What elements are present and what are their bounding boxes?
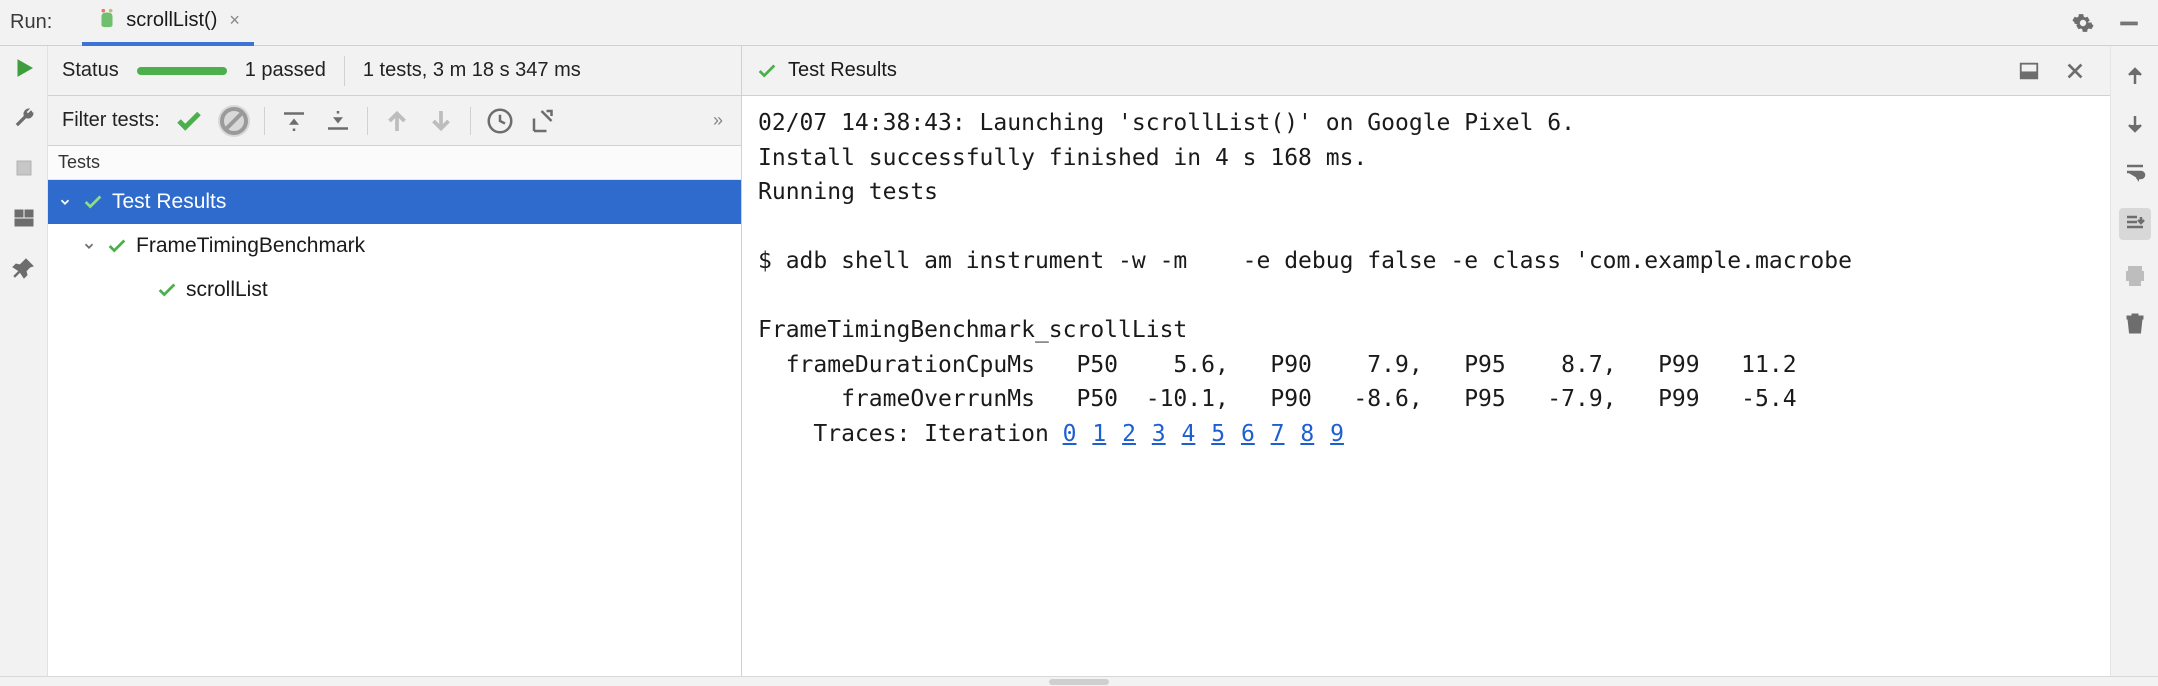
trace-link[interactable]: 3 (1152, 421, 1166, 447)
output-header: Test Results (742, 46, 2110, 96)
trace-link[interactable]: 6 (1241, 421, 1255, 447)
trace-link[interactable]: 2 (1122, 421, 1136, 447)
tree-root-label: Test Results (112, 190, 226, 214)
layout-icon[interactable] (12, 206, 36, 230)
trace-link[interactable]: 9 (1330, 421, 1344, 447)
console-output[interactable]: 02/07 14:38:43: Launching 'scrollList()'… (742, 96, 2110, 676)
check-icon (156, 279, 178, 301)
tests-column-header: Tests (48, 146, 741, 180)
status-label: Status (62, 59, 119, 82)
trace-link[interactable]: 1 (1092, 421, 1106, 447)
trace-link[interactable]: 5 (1211, 421, 1225, 447)
main-area: Status 1 passed 1 tests, 3 m 18 s 347 ms… (0, 46, 2158, 676)
trash-icon[interactable] (2123, 312, 2147, 336)
status-summary: 1 tests, 3 m 18 s 347 ms (363, 59, 581, 82)
tree-suite-label: FrameTimingBenchmark (136, 234, 365, 258)
filter-toolbar: Filter tests: (48, 96, 741, 146)
console-line: frameOverrunMs P50 -10.1, P90 -8.6, P95 … (758, 386, 1797, 412)
status-progress-bar (137, 67, 227, 75)
tree-test-label: scrollList (186, 278, 268, 302)
right-action-gutter (2110, 46, 2158, 676)
soft-wrap-icon[interactable] (2123, 160, 2147, 184)
down-arrow-icon[interactable] (2123, 112, 2147, 136)
check-icon (106, 235, 128, 257)
tests-tree[interactable]: Test Results FrameTimingBenchmark scroll… (48, 180, 741, 676)
overflow-icon[interactable]: » (713, 110, 727, 131)
console-line: 02/07 14:38:43: Launching 'scrollList()'… (758, 110, 1575, 136)
stop-icon[interactable] (12, 156, 36, 180)
check-icon (756, 60, 778, 82)
scroll-to-end-icon[interactable] (2119, 208, 2151, 240)
show-passed-icon[interactable] (174, 106, 204, 136)
import-icon[interactable] (529, 106, 559, 136)
run-icon[interactable] (12, 56, 36, 80)
next-icon[interactable] (426, 106, 456, 136)
run-label: Run: (10, 11, 52, 34)
console-line: $ adb shell am instrument -w -m -e debug… (758, 248, 1852, 274)
chevron-down-icon (82, 239, 98, 253)
expand-all-icon[interactable] (279, 106, 309, 136)
traces-label: Traces: Iteration (758, 421, 1063, 447)
run-tab-bar: Run: scrollList() × (0, 0, 2158, 46)
tree-test-scrolllist[interactable]: scrollList (48, 268, 741, 312)
resize-handle-icon[interactable] (1049, 679, 1109, 685)
tree-suite-frametimingbenchmark[interactable]: FrameTimingBenchmark (48, 224, 741, 268)
wrench-icon[interactable] (12, 106, 36, 130)
console-line: frameDurationCpuMs P50 5.6, P90 7.9, P95… (758, 352, 1797, 378)
pin-icon[interactable] (12, 256, 36, 280)
print-icon[interactable] (2123, 264, 2147, 288)
trace-link[interactable]: 0 (1063, 421, 1077, 447)
layout-toggle-icon[interactable] (2018, 60, 2040, 82)
trace-link[interactable]: 8 (1300, 421, 1314, 447)
filter-label: Filter tests: (62, 109, 160, 132)
status-bar: Status 1 passed 1 tests, 3 m 18 s 347 ms (48, 46, 741, 96)
tab-scrolllist[interactable]: scrollList() × (82, 0, 254, 46)
close-icon[interactable]: × (229, 10, 240, 31)
chevron-down-icon (58, 195, 74, 209)
up-arrow-icon[interactable] (2123, 64, 2147, 88)
show-ignored-icon[interactable] (218, 105, 250, 137)
console-line: Install successfully finished in 4 s 168… (758, 145, 1367, 171)
collapse-all-icon[interactable] (323, 106, 353, 136)
tree-root-test-results[interactable]: Test Results (48, 180, 741, 224)
console-line: FrameTimingBenchmark_scrollList (758, 317, 1187, 343)
previous-icon[interactable] (382, 106, 412, 136)
trace-links-container: 0 1 2 3 4 5 6 7 8 9 (1063, 421, 1346, 447)
check-icon (82, 191, 104, 213)
tests-panel: Status 1 passed 1 tests, 3 m 18 s 347 ms… (48, 46, 742, 676)
bottom-resize-bar[interactable] (0, 676, 2158, 686)
output-panel: Test Results 02/07 14:38:43: Launching '… (742, 46, 2110, 676)
trace-link[interactable]: 4 (1182, 421, 1196, 447)
android-run-icon (96, 7, 118, 35)
output-header-title: Test Results (788, 59, 897, 82)
tab-name: scrollList() (126, 9, 217, 32)
console-line: Running tests (758, 179, 938, 205)
status-passed: 1 passed (245, 59, 326, 82)
close-panel-icon[interactable] (2064, 60, 2086, 82)
history-icon[interactable] (485, 106, 515, 136)
left-action-gutter (0, 46, 48, 676)
minimize-icon[interactable] (2118, 12, 2140, 34)
gear-icon[interactable] (2072, 12, 2094, 34)
trace-link[interactable]: 7 (1271, 421, 1285, 447)
